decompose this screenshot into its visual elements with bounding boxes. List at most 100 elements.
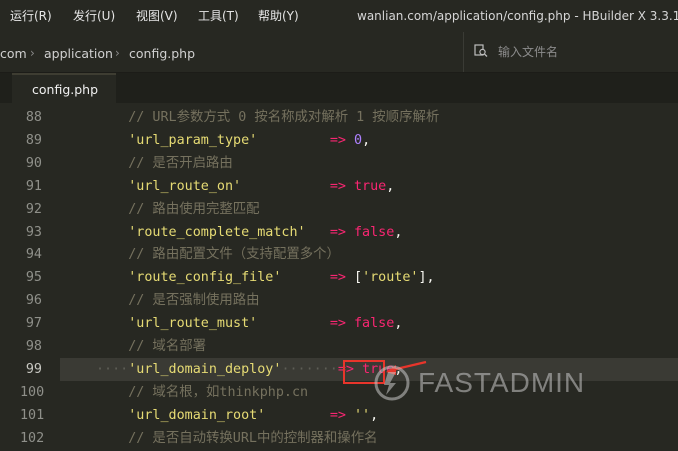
code-token: ], bbox=[418, 270, 435, 286]
code-text: 'route_complete_match' => false, bbox=[96, 221, 402, 244]
tab-label: config.php bbox=[32, 82, 99, 97]
tab-config-php[interactable]: config.php bbox=[12, 73, 116, 103]
code-token: => bbox=[329, 132, 346, 148]
code-token: , bbox=[394, 316, 403, 332]
breadcrumb-item-file[interactable]: config.php bbox=[129, 46, 195, 61]
watermark: FASTADMIN bbox=[374, 363, 634, 411]
line-number: 93 bbox=[25, 224, 42, 240]
code-text: 'url_route_must' => false, bbox=[96, 312, 402, 335]
tab-bar: config.php bbox=[0, 73, 678, 103]
chevron-right-icon: › bbox=[30, 46, 35, 60]
code-token: true bbox=[354, 178, 387, 194]
code-token: 'url_route_must' bbox=[128, 316, 258, 332]
code-line[interactable]: 91 'url_route_on' => true, bbox=[0, 175, 678, 198]
code-token: 'url_domain_root' bbox=[128, 407, 266, 423]
code-line[interactable]: 90 // 是否开启路由 bbox=[0, 152, 678, 175]
code-text: // 是否自动转换URL中的控制器和操作名 bbox=[96, 427, 377, 450]
code-token: 'url_param_type' bbox=[128, 132, 258, 148]
code-text: 'url_route_on' => true, bbox=[96, 175, 394, 198]
code-text: // 域名根，如thinkphp.cn bbox=[96, 381, 308, 404]
line-number: 98 bbox=[25, 339, 42, 354]
line-number: 101 bbox=[20, 407, 45, 423]
code-text: // 是否强制使用路由 bbox=[96, 289, 260, 312]
menu-publish[interactable]: 发行(U) bbox=[73, 7, 115, 24]
line-number: 91 bbox=[25, 178, 42, 194]
code-token: , bbox=[394, 224, 403, 240]
code-token: // 域名根，如thinkphp.cn bbox=[96, 384, 309, 400]
code-token: // URL参数方式 0 按名称成对解析 1 按顺序解析 bbox=[96, 110, 440, 125]
code-token: => bbox=[329, 407, 346, 423]
code-line[interactable]: 92 // 路由使用完整匹配 bbox=[0, 198, 678, 221]
code-token: 'url_domain_deploy' bbox=[128, 361, 282, 377]
code-line[interactable]: 94 // 路由配置文件（支持配置多个） bbox=[0, 243, 678, 266]
watermark-text: FASTADMIN bbox=[418, 367, 586, 398]
code-line[interactable]: 93 'route_complete_match' => false, bbox=[0, 221, 678, 244]
code-token: => bbox=[329, 224, 346, 240]
line-number: 88 bbox=[25, 110, 42, 125]
code-token: , bbox=[362, 132, 371, 148]
line-number: 96 bbox=[25, 293, 42, 309]
fastadmin-logo-icon bbox=[374, 365, 410, 401]
code-token: // 路由配置文件（支持配置多个） bbox=[96, 247, 340, 263]
file-search-icon bbox=[474, 44, 488, 57]
code-line[interactable]: 89 'url_param_type' => 0, bbox=[0, 129, 678, 152]
code-text: // 路由使用完整匹配 bbox=[96, 198, 260, 221]
line-number: 102 bbox=[20, 430, 45, 446]
code-token: => bbox=[329, 316, 346, 332]
line-number: 94 bbox=[25, 247, 42, 263]
code-token: 0 bbox=[354, 132, 363, 148]
code-token: // 是否开启路由 bbox=[96, 155, 233, 171]
code-token: ···· bbox=[96, 361, 129, 377]
menu-view[interactable]: 视图(V) bbox=[136, 7, 178, 24]
code-token: // 路由使用完整匹配 bbox=[96, 201, 260, 217]
code-text: 'url_domain_root' => '', bbox=[96, 404, 378, 427]
file-search bbox=[463, 32, 678, 72]
menu-run[interactable]: 运行(R) bbox=[10, 7, 52, 24]
code-text: 'url_param_type' => 0, bbox=[96, 129, 370, 152]
menu-bar: 运行(R) 发行(U) 视图(V) 工具(T) 帮助(Y) wanlian.co… bbox=[0, 0, 678, 32]
code-token: ······· bbox=[281, 361, 338, 377]
chevron-right-icon: › bbox=[115, 46, 120, 60]
code-token: => bbox=[329, 270, 346, 286]
code-token: , bbox=[386, 178, 395, 194]
code-line[interactable]: 98 // 域名部署 bbox=[0, 335, 678, 358]
code-line[interactable]: 96 // 是否强制使用路由 bbox=[0, 289, 678, 312]
code-text: // URL参数方式 0 按名称成对解析 1 按顺序解析 bbox=[96, 106, 439, 129]
line-number: 95 bbox=[25, 270, 42, 286]
code-line[interactable]: 88 // URL参数方式 0 按名称成对解析 1 按顺序解析 bbox=[0, 106, 678, 129]
code-token: '' bbox=[354, 407, 371, 423]
code-line[interactable]: 95 'route_config_file' => ['route'], bbox=[0, 266, 678, 289]
code-line[interactable]: 102 // 是否自动转换URL中的控制器和操作名 bbox=[0, 427, 678, 450]
code-line[interactable]: 97 'url_route_must' => false, bbox=[0, 312, 678, 335]
code-token: // 是否强制使用路由 bbox=[96, 293, 260, 309]
code-token: => bbox=[329, 178, 346, 194]
code-token: 'url_route_on' bbox=[128, 178, 242, 194]
code-token: 'route_config_file' bbox=[128, 270, 282, 286]
menu-tools[interactable]: 工具(T) bbox=[198, 7, 239, 24]
menu-help[interactable]: 帮助(Y) bbox=[258, 7, 299, 24]
code-token: [ bbox=[354, 270, 363, 286]
breadcrumb-item-root[interactable]: com bbox=[0, 46, 27, 61]
line-number: 97 bbox=[25, 316, 42, 332]
code-token: false bbox=[354, 316, 395, 332]
window-title: wanlian.com/application/config.php - HBu… bbox=[357, 9, 678, 23]
code-token: // 是否自动转换URL中的控制器和操作名 bbox=[96, 430, 378, 446]
code-token: 'route' bbox=[362, 270, 419, 286]
file-search-input[interactable] bbox=[498, 42, 668, 62]
code-text: 'route_config_file' => ['route'], bbox=[96, 266, 435, 289]
breadcrumb-item-application[interactable]: application bbox=[44, 46, 113, 61]
code-token: false bbox=[354, 224, 395, 240]
code-text: // 路由配置文件（支持配置多个） bbox=[96, 243, 340, 266]
